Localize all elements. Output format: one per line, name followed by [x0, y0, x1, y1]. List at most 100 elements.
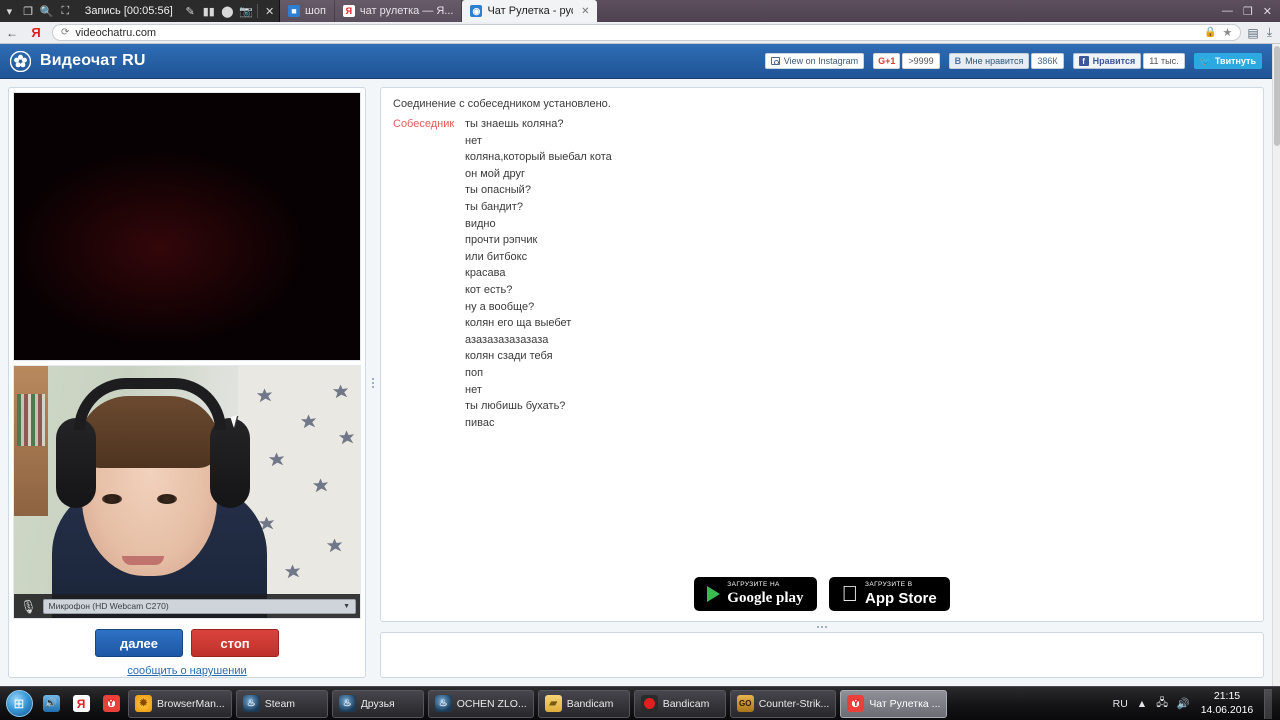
taskbar-task-label: Друзья: [360, 697, 395, 710]
pause-icon[interactable]: ▮▮: [199, 0, 218, 22]
gplus-count: >9999: [902, 53, 940, 69]
taskbar-task-label: OCHEN ZLO...: [456, 697, 527, 710]
taskbar-task-5[interactable]: Bandicam: [633, 689, 726, 718]
chevron-up-icon[interactable]: ▲: [1137, 698, 1147, 710]
magnifier-icon[interactable]: 🔍: [37, 0, 56, 22]
close-window-icon[interactable]: ✕: [1263, 5, 1272, 18]
google-play-badge[interactable]: ЗАГРУЗИТЕ НА Google play: [694, 577, 817, 611]
instagram-button[interactable]: View on Instagram: [764, 53, 865, 69]
quicklaunch-speaker[interactable]: 🔊: [36, 689, 66, 719]
vk-like-button[interactable]: В Мне нравится 386К: [948, 53, 1064, 69]
rect-select-icon[interactable]: ⛶: [56, 0, 75, 22]
google-plus-button[interactable]: G+1 >9999: [873, 53, 940, 69]
taskbar-task-2[interactable]: ♨ Друзья: [331, 689, 424, 718]
volume-icon[interactable]: 🔊: [1177, 697, 1190, 710]
window-icon[interactable]: ❐: [19, 0, 38, 22]
stop-button[interactable]: стоп: [191, 629, 279, 657]
start-button[interactable]: ⊞: [2, 689, 36, 719]
taskbar-task-3[interactable]: ♨ OCHEN ZLO...: [427, 689, 534, 718]
taskbar-task-label: Bandicam: [662, 697, 710, 710]
chat-message-row: азазазазазазаза: [393, 332, 1251, 349]
quicklaunch-yandex-browser[interactable]: Y: [96, 689, 126, 719]
brand-title: Видеочат RU: [40, 52, 146, 69]
download-icon[interactable]: ⤓: [1267, 25, 1272, 40]
taskbar-task-1[interactable]: ♨ Steam: [235, 689, 328, 718]
csgo-icon: GO: [736, 695, 754, 712]
show-desktop-button[interactable]: [1264, 688, 1272, 719]
remote-video-stream[interactable]: [13, 92, 361, 362]
chat-favicon-icon: ◉: [470, 5, 483, 17]
quicklaunch-yandex[interactable]: Я: [66, 689, 96, 719]
browser-tab-2[interactable]: ◉ Чат Рулетка - рус ✕: [462, 0, 598, 22]
taskbar-clock[interactable]: 21:15 14.06.2016: [1199, 690, 1255, 716]
taskbar-task-4[interactable]: ▰ Bandicam: [537, 689, 630, 718]
windows-taskbar: ⊞ 🔊 Я Y ✹ BrowserMan... ♨ Steam ♨ Друзья ♨ OCHE…: [0, 686, 1280, 720]
taskbar-task-7[interactable]: Y Чат Рулетка ...: [840, 689, 948, 718]
clock-time: 21:15: [1213, 690, 1241, 703]
facebook-like-button[interactable]: f Нравится 11 тыс.: [1072, 53, 1185, 69]
chat-message-author: [393, 382, 465, 399]
taskbar-task-label: Steam: [264, 697, 296, 710]
record-icon[interactable]: ⬤: [218, 0, 237, 22]
chat-message-author: [393, 348, 465, 365]
yandex-icon[interactable]: Я: [24, 22, 48, 44]
chat-messages: Соединение с собеседником установлено. С…: [380, 87, 1264, 622]
screenshot-icon[interactable]: ▤: [1247, 26, 1258, 40]
twitter-bird-icon: 🐦: [1199, 55, 1211, 66]
navigation-right-icons: ▤ ⤓: [1247, 25, 1280, 40]
chat-message-row: или битбокс: [393, 249, 1251, 266]
google-play-icon: [707, 586, 721, 602]
address-bar[interactable]: ⟳ videochatru.com 🔒 ★: [52, 24, 1242, 41]
minimize-icon[interactable]: —: [1222, 5, 1233, 17]
yandex-browser-icon: Y: [847, 695, 865, 712]
chat-message-author: [393, 365, 465, 382]
next-button[interactable]: далее: [95, 629, 183, 657]
chat-message-row: кот есть?: [393, 282, 1251, 299]
taskbar-task-0[interactable]: ✹ BrowserMan...: [128, 689, 232, 718]
close-tab-icon[interactable]: ✕: [581, 6, 589, 17]
taskbar-task-6[interactable]: GO Counter-Strik...: [729, 689, 837, 718]
camera-icon[interactable]: 📷: [237, 0, 256, 22]
steam-icon: ♨: [242, 695, 260, 712]
tray-language[interactable]: RU: [1113, 698, 1128, 710]
browser-tab-1[interactable]: Я чат рулетка — Я...: [334, 0, 463, 22]
chat-message-row: нет: [393, 382, 1251, 399]
page-scrollbar[interactable]: [1272, 44, 1280, 686]
chat-message-author: [393, 282, 465, 299]
speaker-icon: 🔊: [42, 695, 60, 712]
twitter-label: Твитнуть: [1214, 56, 1256, 66]
app-store-badge[interactable]:  Загрузите в App Store: [828, 577, 950, 611]
headphone-cup-right-icon: [210, 418, 250, 509]
close-icon[interactable]: ✕: [260, 0, 279, 22]
message-input[interactable]: [380, 632, 1264, 678]
local-video-stream[interactable]: 🎙 Микрофон (HD Webcam C270) ▼: [13, 365, 361, 619]
drag-handle-icon: [817, 626, 827, 628]
clock-date: 14.06.2016: [1200, 703, 1254, 716]
chat-message-row: нет: [393, 133, 1251, 150]
reload-icon[interactable]: ⟳: [61, 27, 69, 38]
scrollbar-thumb[interactable]: [1274, 46, 1280, 146]
site-logo[interactable]: Видеочат RU: [10, 50, 146, 72]
chat-message-author: Собеседник: [393, 118, 455, 130]
star-icon[interactable]: ★: [1222, 26, 1232, 39]
maximize-icon[interactable]: ❐: [1243, 5, 1253, 18]
chat-message-row: красава: [393, 265, 1251, 282]
chat-message-author: [393, 415, 465, 432]
vertical-splitter[interactable]: [366, 87, 380, 678]
browser-tab-0[interactable]: ■ шоп: [280, 0, 335, 22]
horizontal-splitter[interactable]: [380, 622, 1264, 632]
chevron-down-icon[interactable]: ▾: [0, 0, 19, 22]
report-abuse-link[interactable]: сообщить о нарушении: [127, 665, 246, 677]
back-icon[interactable]: ←: [0, 22, 24, 44]
chat-message-row: ты опасный?: [393, 182, 1251, 199]
chat-message-text: поп: [465, 366, 484, 379]
instagram-label: View on Instagram: [783, 56, 859, 66]
microphone-select[interactable]: Микрофон (HD Webcam C270) ▼: [42, 598, 356, 614]
chat-message-row: коляна,который выебал кота: [393, 149, 1251, 166]
vk-count: 386К: [1031, 53, 1064, 69]
pencil-icon[interactable]: ✎: [181, 0, 200, 22]
chat-message-author: [393, 299, 465, 316]
twitter-button[interactable]: 🐦 Твитнуть: [1193, 53, 1262, 69]
network-icon[interactable]: 🖧: [1156, 695, 1168, 713]
chat-message-text: колян его ща выебет: [465, 317, 572, 330]
